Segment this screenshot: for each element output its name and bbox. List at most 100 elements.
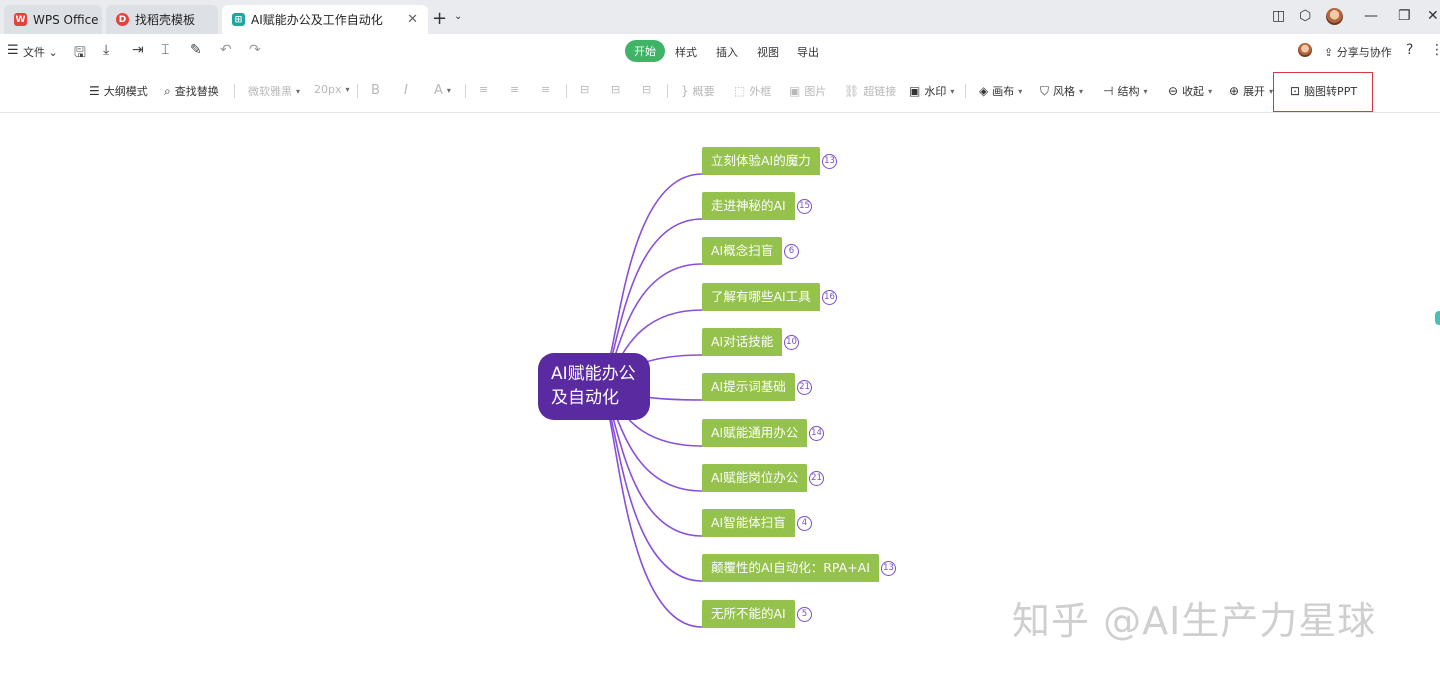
collapse-label: 收起: [1182, 85, 1205, 98]
divider: [667, 84, 668, 98]
collapsed-count-badge[interactable]: 14: [809, 426, 824, 441]
style-button[interactable]: ⛉ 风格 ▾: [1040, 83, 1083, 99]
font-family-select[interactable]: 微软雅黑 ▾: [248, 83, 300, 99]
root-topic[interactable]: AI赋能办公 及自动化: [538, 353, 650, 420]
align-left-icon[interactable]: ≡: [479, 83, 488, 96]
chevron-down-icon: ▾: [1143, 86, 1148, 96]
child-topic-icon[interactable]: ⊟: [580, 83, 589, 96]
format-painter-icon[interactable]: ⌶: [161, 42, 169, 58]
restore-icon[interactable]: ❐: [1398, 8, 1411, 24]
pen-icon[interactable]: ✎: [190, 42, 202, 58]
tab-label: 找稻壳模板: [135, 13, 196, 27]
image-button[interactable]: ▣ 图片: [789, 83, 826, 99]
help-icon[interactable]: ?: [1406, 42, 1413, 58]
undo-icon[interactable]: ↶: [220, 42, 232, 58]
menu-view[interactable]: 视图: [757, 44, 779, 60]
watermark-icon: ▣: [909, 84, 921, 98]
topic-node[interactable]: AI对话技能: [702, 328, 783, 356]
structure-button[interactable]: ⊣ 结构 ▾: [1103, 83, 1147, 99]
close-tab-icon[interactable]: ✕: [407, 12, 418, 27]
topic-node[interactable]: 无所不能的AI: [702, 600, 795, 628]
menu-bar: ☰ 文件 ⌄ 🖫 ⤓ ⇥ ⌶ ✎ ↶ ↷ 开始 样式 插入 视图 导出 ⇪ 分享…: [0, 34, 1440, 69]
watermark-button[interactable]: ▣ 水印 ▾: [909, 83, 954, 99]
minimize-icon[interactable]: —: [1364, 8, 1378, 24]
tab-template[interactable]: D 找稻壳模板: [106, 5, 218, 34]
divider: [566, 84, 567, 98]
paint-bucket-icon: ◈: [979, 84, 989, 98]
image-label: 图片: [804, 85, 827, 98]
save-icon[interactable]: 🖫: [74, 42, 86, 66]
file-menu[interactable]: 文件 ⌄: [23, 44, 58, 60]
sibling-topic-icon[interactable]: ⊟: [611, 83, 620, 96]
collapsed-count-badge[interactable]: 4: [797, 516, 812, 531]
close-window-icon[interactable]: ✕: [1427, 8, 1439, 24]
watermark-label: 水印: [924, 85, 947, 98]
font-color-label: A: [434, 83, 443, 98]
parent-topic-icon[interactable]: ⊟: [642, 83, 651, 96]
collapse-button[interactable]: ⊖ 收起 ▾: [1168, 83, 1212, 99]
topic-node[interactable]: AI赋能通用办公: [702, 419, 808, 447]
menu-export[interactable]: 导出: [797, 44, 819, 60]
italic-button[interactable]: I: [404, 83, 408, 98]
user-avatar[interactable]: [1298, 43, 1312, 57]
cube-icon[interactable]: ⬡: [1299, 8, 1311, 24]
more-icon[interactable]: ⋮: [1430, 42, 1440, 58]
hamburger-icon[interactable]: ☰: [7, 43, 19, 58]
menu-insert[interactable]: 插入: [716, 44, 738, 60]
topic-node[interactable]: 立刻体验AI的魔力: [702, 147, 820, 175]
style-label: 风格: [1053, 85, 1076, 98]
collapsed-count-badge[interactable]: 15: [797, 199, 812, 214]
topic-node[interactable]: 了解有哪些AI工具: [702, 283, 820, 311]
side-panel-handle[interactable]: [1435, 311, 1440, 325]
collapsed-count-badge[interactable]: 21: [797, 380, 812, 395]
redo-icon[interactable]: ↷: [249, 42, 261, 58]
menu-start[interactable]: 开始: [625, 40, 665, 62]
collapsed-count-badge[interactable]: 13: [822, 154, 837, 169]
bold-button[interactable]: B: [371, 83, 380, 98]
expand-label: 展开: [1243, 85, 1266, 98]
file-menu-label: 文件: [23, 46, 45, 59]
tab-wps-office[interactable]: W WPS Office: [4, 5, 102, 34]
list-icon: ☰: [89, 84, 100, 98]
chevron-down-icon: ▾: [1208, 86, 1213, 96]
tab-document[interactable]: ⊞ AI赋能办公及工作自动化 ✕: [222, 5, 428, 34]
topic-node[interactable]: 走进神秘的AI: [702, 192, 795, 220]
frame-button[interactable]: ⬚ 外框: [734, 83, 771, 99]
collapsed-count-badge[interactable]: 5: [797, 607, 812, 622]
chevron-down-icon: ▾: [345, 85, 350, 94]
chevron-down-icon: ▾: [446, 86, 451, 95]
expand-button[interactable]: ⊕ 展开 ▾: [1229, 83, 1273, 99]
outline-mode-button[interactable]: ☰ 大纲模式: [89, 83, 148, 99]
collapsed-count-badge[interactable]: 16: [822, 290, 837, 305]
align-right-icon[interactable]: ≡: [541, 83, 550, 96]
topic-node[interactable]: AI提示词基础: [702, 373, 795, 401]
menu-style[interactable]: 样式: [675, 44, 697, 60]
download-icon[interactable]: ⤓: [103, 42, 109, 58]
font-color-button[interactable]: A ▾: [434, 83, 451, 98]
topic-node[interactable]: 颠覆性的AI自动化：RPA+AI: [702, 554, 879, 582]
new-tab-icon[interactable]: +: [432, 8, 447, 29]
align-center-icon[interactable]: ≡: [510, 83, 519, 96]
topic-node[interactable]: AI智能体扫盲: [702, 509, 795, 537]
search-icon: ⌕: [164, 83, 171, 98]
collapsed-count-badge[interactable]: 13: [881, 561, 896, 576]
topic-node[interactable]: AI概念扫盲: [702, 237, 783, 265]
collapsed-count-badge[interactable]: 6: [784, 244, 799, 259]
summary-button[interactable]: } 概要: [681, 83, 715, 99]
summary-label: 概要: [692, 85, 715, 98]
topic-node[interactable]: AI赋能岗位办公: [702, 464, 808, 492]
hyperlink-button[interactable]: ⛓ 超链接: [844, 83, 896, 99]
collapsed-count-badge[interactable]: 21: [809, 471, 824, 486]
share-button[interactable]: ⇪ 分享与协作: [1324, 44, 1392, 60]
avatar[interactable]: [1326, 8, 1343, 25]
chevron-down-icon[interactable]: ⌄: [454, 11, 462, 22]
divider: [234, 84, 235, 98]
canvas-button[interactable]: ◈ 画布 ▾: [979, 83, 1022, 99]
export-icon[interactable]: ⇥: [132, 42, 144, 58]
font-size-select[interactable]: 20px ▾: [314, 83, 350, 96]
find-replace-button[interactable]: ⌕ 查找替换: [164, 83, 219, 99]
reading-mode-icon[interactable]: ◫: [1272, 8, 1285, 24]
root-topic-line: 及自动化: [551, 388, 619, 408]
chevron-down-icon: ▾: [1018, 86, 1023, 96]
collapsed-count-badge[interactable]: 10: [784, 335, 799, 350]
